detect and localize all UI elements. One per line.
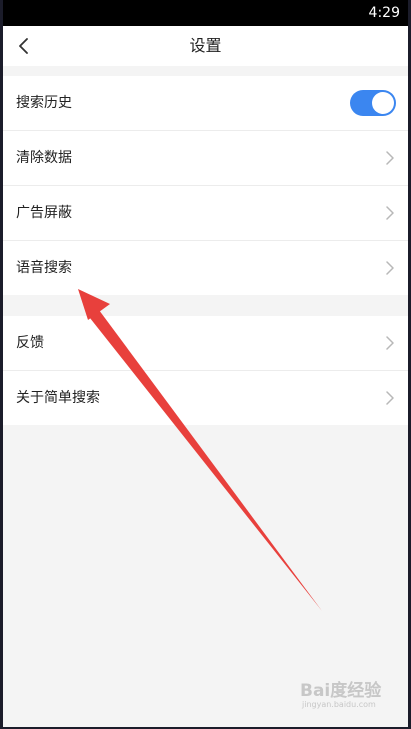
settings-row-label: 搜索历史 xyxy=(16,95,72,111)
watermark-url: jingyan.baidu.com xyxy=(302,700,376,709)
settings-screen: 4:29 设置 搜索历史 清除数据 广告屏蔽 语音搜索 反馈 关于简单搜索 xyxy=(3,0,408,727)
settings-row-label: 广告屏蔽 xyxy=(16,205,72,221)
settings-row-about[interactable]: 关于简单搜索 xyxy=(3,371,408,425)
watermark-logo: Bai度经验 xyxy=(300,681,382,701)
settings-row-clear-data[interactable]: 清除数据 xyxy=(3,131,408,186)
settings-row-search-history: 搜索历史 xyxy=(3,76,408,131)
status-time: 4:29 xyxy=(368,5,400,21)
toggle-knob xyxy=(372,92,394,114)
baidu-jingyan-watermark: Bai度经验 jingyan.baidu.com xyxy=(300,676,390,716)
settings-row-voice-search[interactable]: 语音搜索 xyxy=(3,241,408,295)
settings-row-label: 反馈 xyxy=(16,335,44,351)
chevron-right-icon xyxy=(386,391,394,405)
header-bar: 设置 xyxy=(3,26,408,66)
settings-row-label: 清除数据 xyxy=(16,150,72,166)
chevron-right-icon xyxy=(386,336,394,350)
status-bar: 4:29 xyxy=(3,0,408,26)
settings-group-general: 搜索历史 清除数据 广告屏蔽 语音搜索 xyxy=(3,76,408,295)
page-title: 设置 xyxy=(189,36,222,55)
settings-row-label: 语音搜索 xyxy=(16,260,72,276)
chevron-right-icon xyxy=(386,206,394,220)
search-history-toggle[interactable] xyxy=(350,90,396,116)
settings-group-about: 反馈 关于简单搜索 xyxy=(3,316,408,425)
settings-row-label: 关于简单搜索 xyxy=(16,390,100,406)
settings-row-feedback[interactable]: 反馈 xyxy=(3,316,408,371)
settings-row-ad-block[interactable]: 广告屏蔽 xyxy=(3,186,408,241)
chevron-right-icon xyxy=(386,151,394,165)
chevron-right-icon xyxy=(386,261,394,275)
